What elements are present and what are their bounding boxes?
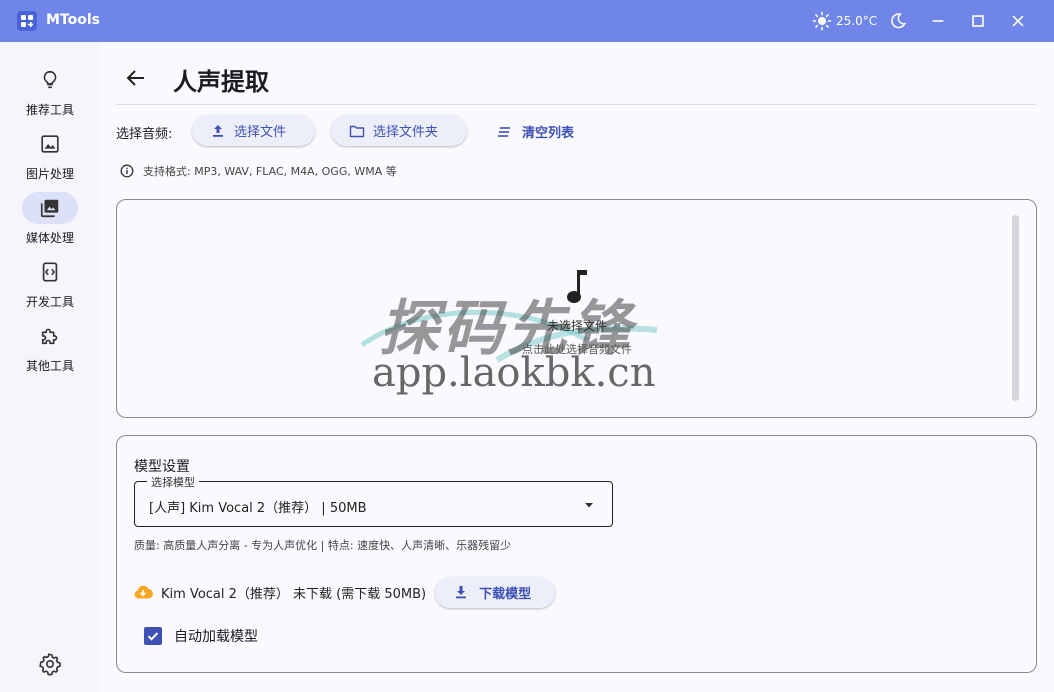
- folder-icon: [349, 125, 365, 137]
- minimize-button[interactable]: [928, 11, 948, 31]
- media-library-icon: [40, 199, 59, 218]
- code-icon: [42, 262, 58, 282]
- select-folder-button[interactable]: 选择文件夹: [331, 115, 467, 146]
- image-icon: [41, 135, 59, 153]
- lightbulb-icon: [43, 70, 57, 89]
- dropdown-arrow-icon: [585, 503, 593, 508]
- temperature-text: 25.0°C: [836, 14, 878, 28]
- app-title: MTools: [46, 12, 100, 28]
- download-row: Kim Vocal 2（推荐） 未下载 (需下载 50MB) 下载模型: [133, 576, 556, 608]
- model-description: 质量: 高质量人声分离 - 专为人声优化 | 特点: 速度快、人声清晰、乐器残留…: [134, 539, 512, 552]
- page-title: 人声提取: [173, 68, 269, 96]
- sidebar-item-label: 媒体处理: [25, 231, 74, 245]
- info-icon: [120, 164, 134, 178]
- select-folder-label: 选择文件夹: [373, 125, 439, 140]
- auto-load-checkbox[interactable]: [144, 627, 162, 645]
- moon-icon: [891, 13, 907, 29]
- model-dropdown[interactable]: 选择模型 [人声] Kim Vocal 2（推荐） | 50MB: [134, 474, 613, 527]
- model-dropdown-value: [人声] Kim Vocal 2（推荐） | 50MB: [149, 501, 367, 516]
- back-arrow-icon[interactable]: [124, 66, 148, 90]
- sidebar-item-other[interactable]: 其他工具: [0, 320, 100, 380]
- auto-load-row: 自动加载模型: [144, 626, 258, 646]
- scrollbar[interactable]: [1012, 215, 1019, 401]
- formats-hint: 支持格式: MP3, WAV, FLAC, M4A, OGG, WMA 等: [120, 163, 397, 179]
- sidebar-item-media[interactable]: 媒体处理: [0, 192, 100, 252]
- clear-list-label: 清空列表: [522, 126, 575, 141]
- check-icon: [147, 632, 159, 641]
- download-icon: [456, 586, 467, 599]
- title-bar: MTools 25.0°C: [0, 0, 1054, 42]
- minimize-icon: [932, 20, 944, 22]
- app-logo-icon: [17, 11, 37, 31]
- sidebar-item-label: 开发工具: [25, 295, 74, 309]
- theme-toggle-button[interactable]: [888, 11, 908, 31]
- model-settings-card: 模型设置 选择模型 [人声] Kim Vocal 2（推荐） | 50MB 质量…: [116, 435, 1037, 673]
- cloud-download-icon: [134, 585, 153, 599]
- music-note-icon: [567, 270, 587, 303]
- select-file-label: 选择文件: [234, 125, 287, 140]
- upload-icon: [213, 124, 223, 137]
- sidebar-item-image[interactable]: 图片处理: [0, 128, 100, 188]
- sidebar-item-label: 图片处理: [25, 167, 74, 181]
- sidebar-item-label: 推荐工具: [25, 103, 74, 117]
- divider: [116, 104, 1036, 105]
- download-model-button[interactable]: 下载模型: [435, 576, 556, 608]
- sidebar: 推荐工具 图片处理 媒体处理 开发工具 其他工具: [0, 42, 100, 692]
- sun-icon: [812, 11, 832, 31]
- formats-text: 支持格式: MP3, WAV, FLAC, M4A, OGG, WMA 等: [143, 165, 397, 178]
- download-model-label: 下载模型: [479, 586, 532, 602]
- file-drop-zone[interactable]: 探码先锋 app.laokbk.cn 未选择文件 点击此处选择音频文件: [116, 199, 1037, 418]
- download-status: Kim Vocal 2（推荐） 未下载 (需下载 50MB): [161, 586, 427, 602]
- gear-icon[interactable]: [38, 652, 62, 676]
- select-audio-label: 选择音频:: [116, 127, 173, 142]
- sidebar-item-dev[interactable]: 开发工具: [0, 256, 100, 316]
- weather-widget[interactable]: 25.0°C: [812, 11, 877, 31]
- sidebar-item-label: 其他工具: [25, 359, 74, 373]
- puzzle-icon: [41, 328, 58, 345]
- close-button[interactable]: [1008, 11, 1028, 31]
- model-settings-heading: 模型设置: [134, 459, 190, 475]
- drop-zone-hint: 点击此处选择音频文件: [522, 343, 632, 356]
- select-file-button[interactable]: 选择文件: [192, 115, 315, 146]
- auto-load-label: 自动加载模型: [174, 629, 258, 645]
- sidebar-item-recommended[interactable]: 推荐工具: [0, 64, 100, 124]
- close-icon: [1012, 15, 1024, 27]
- model-dropdown-label: 选择模型: [147, 474, 199, 490]
- drop-zone-title: 未选择文件: [546, 319, 607, 333]
- clear-list-button[interactable]: 清空列表: [496, 122, 574, 141]
- maximize-button[interactable]: [968, 11, 988, 31]
- clear-all-icon: [498, 126, 510, 137]
- main-content: 人声提取 选择音频: 选择文件 选择文件夹 清空列表 支持格式: MP3, WA…: [100, 42, 1054, 692]
- maximize-icon: [972, 15, 984, 27]
